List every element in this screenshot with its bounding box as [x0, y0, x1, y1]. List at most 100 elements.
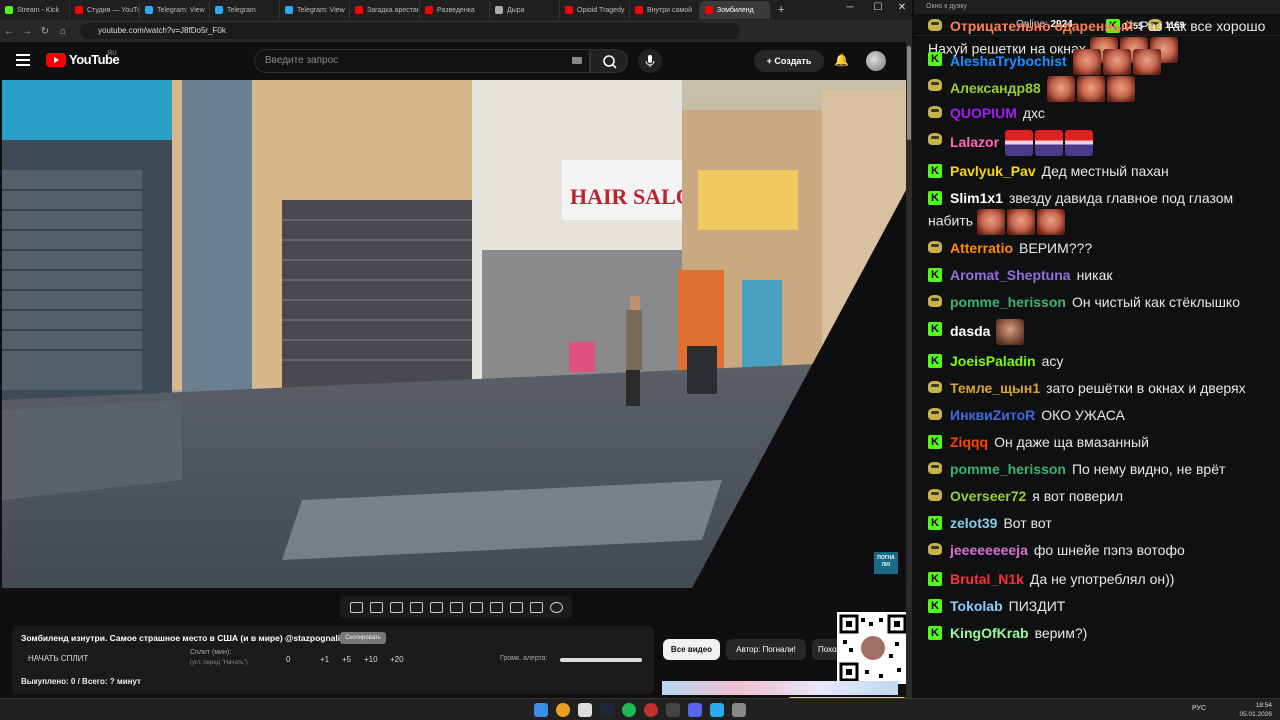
theater-icon[interactable]	[449, 601, 463, 613]
add-icon[interactable]	[509, 601, 523, 613]
recommendation-thumbnails[interactable]	[662, 681, 898, 695]
new-tab-button[interactable]: +	[770, 4, 792, 16]
chat-username[interactable]: Aromat_Sheptuna	[950, 267, 1071, 283]
browser-tab[interactable]: Загадка арестанта	[350, 1, 420, 19]
chat-text: асу	[1041, 353, 1064, 369]
spotify-icon[interactable]	[622, 703, 636, 717]
chat-emote-icon	[996, 319, 1025, 345]
tab-favicon-icon	[495, 6, 503, 14]
browser-tab[interactable]: Разведенка	[420, 1, 490, 19]
browser-tab[interactable]: Telegram: View	[280, 1, 350, 19]
close-button[interactable]: ✕	[890, 2, 914, 13]
plus-20-button[interactable]: +20	[390, 655, 404, 664]
maximize-button[interactable]: ☐	[866, 2, 890, 13]
settings-gear-icon[interactable]	[549, 601, 563, 613]
forward-icon[interactable]: →	[18, 26, 36, 37]
chat-message: Lalazor	[928, 130, 1268, 156]
clip-icon[interactable]	[409, 601, 423, 613]
app-icon[interactable]	[644, 703, 658, 717]
telegram-icon[interactable]	[710, 703, 724, 717]
chat-username[interactable]: KingOfKrab	[950, 625, 1029, 641]
page-scrollbar[interactable]	[906, 42, 912, 698]
chat-username[interactable]: Atterratio	[950, 240, 1013, 256]
repeat-icon[interactable]	[349, 601, 363, 613]
search-input[interactable]: Введите запрос	[254, 49, 590, 73]
chat-username[interactable]: Ziqqq	[950, 434, 988, 450]
copy-button[interactable]: Скопировать	[340, 632, 386, 644]
chat-username[interactable]: dasda	[950, 323, 990, 339]
chat-username[interactable]: Brutal_N1k	[950, 571, 1024, 587]
browser-tab[interactable]: Внутри самой	[630, 1, 700, 19]
discord-icon[interactable]	[688, 703, 702, 717]
chat-username[interactable]: Pavlyuk_Pav	[950, 163, 1036, 179]
chat-username[interactable]: ИнквиZитоR	[950, 407, 1035, 423]
menu-icon[interactable]	[16, 54, 30, 66]
plus-5-button[interactable]: +5	[342, 655, 351, 664]
split-value[interactable]: 0	[286, 655, 290, 664]
chat-username[interactable]: pomme_herisson	[950, 461, 1066, 477]
chat-username[interactable]: pomme_herisson	[950, 294, 1066, 310]
chat-username[interactable]: AleshaTrybochist	[950, 53, 1067, 69]
explorer-icon[interactable]	[578, 703, 592, 717]
channel-watermark[interactable]: ПОГНА ЛИ!	[874, 552, 898, 574]
browser-tab[interactable]: Stream - Kick	[0, 1, 70, 19]
chat-username[interactable]: jeeeeeeeeja	[950, 542, 1028, 558]
create-button[interactable]: + Создать	[754, 50, 824, 72]
chat-username[interactable]: JoeisPaladin	[950, 353, 1036, 369]
browser-tab[interactable]: Opioid Tragedy	[560, 1, 630, 19]
chat-username[interactable]: Slim1x1	[950, 190, 1003, 206]
back-icon[interactable]: ←	[0, 26, 18, 37]
search-button[interactable]	[590, 49, 628, 73]
screenshot-icon[interactable]	[529, 601, 543, 613]
plus-10-button[interactable]: +10	[364, 655, 378, 664]
microphone-button[interactable]	[638, 49, 662, 73]
kick-badge-icon: K	[928, 322, 942, 336]
plus-1-button[interactable]: +1	[320, 655, 329, 664]
avatar[interactable]	[866, 51, 886, 71]
tab-label: Дыра	[507, 6, 525, 14]
browser-tab[interactable]: Дыра	[490, 1, 560, 19]
chip-by-author[interactable]: Автор: Погнали!	[726, 639, 806, 660]
chat-text: Он чистый как стёклышко	[1071, 294, 1240, 310]
minimize-button[interactable]: ─	[838, 2, 862, 13]
chat-panel: Окно к дуэку Online: 2924 K 1755 1169 Отр…	[914, 0, 1280, 698]
chrome-icon[interactable]	[556, 703, 570, 717]
chat-emote-icon	[1076, 76, 1105, 102]
home-icon[interactable]: ⌂	[54, 26, 72, 37]
obs-icon[interactable]	[666, 703, 680, 717]
clock-date: 05.01.2026	[1239, 711, 1272, 718]
cast-icon[interactable]	[389, 601, 403, 613]
notifications-bell-icon[interactable]: 🔔	[834, 53, 849, 67]
media-icon[interactable]	[732, 703, 746, 717]
chat-username[interactable]: Overseer72	[950, 488, 1026, 504]
chat-username[interactable]: Отрицательно одаренный	[950, 18, 1133, 34]
video-player[interactable]: HAIR SALON	[2, 80, 906, 588]
scrollbar-thumb[interactable]	[907, 46, 911, 140]
chip-all-videos[interactable]: Все видео	[663, 639, 720, 660]
chat-username[interactable]: Tokolab	[950, 598, 1003, 614]
audio-icon[interactable]	[369, 601, 383, 613]
reload-icon[interactable]: ↻	[36, 26, 54, 37]
fullscreen-icon[interactable]	[469, 601, 483, 613]
steam-icon[interactable]	[600, 703, 614, 717]
browser-tab[interactable]: Студия — YouTube	[70, 1, 140, 19]
keyboard-icon[interactable]	[572, 57, 582, 64]
clock[interactable]: 18:54 05.01.2026	[1236, 701, 1272, 719]
miniplayer-icon[interactable]	[429, 601, 443, 613]
chat-text: Он даже ща вмазанный	[994, 434, 1149, 450]
chat-username[interactable]: zelot39	[950, 515, 997, 531]
language-indicator[interactable]: РУС	[1192, 705, 1206, 712]
tab-label: Внутри самой	[647, 6, 692, 14]
chat-username[interactable]: Александр88	[950, 80, 1041, 96]
start-split-button[interactable]: НАЧАТЬ СПЛИТ	[28, 654, 88, 663]
chat-username[interactable]: Lalazor	[950, 134, 999, 150]
browser-tab[interactable]: Зомбиленд	[700, 1, 770, 19]
alert-volume-slider[interactable]	[560, 658, 642, 662]
chat-username[interactable]: Темле_щын1	[950, 380, 1040, 396]
browser-tab[interactable]: Telegram: View	[140, 1, 210, 19]
start-icon[interactable]	[534, 703, 548, 717]
url-field[interactable]: youtube.com/watch?v=J8fDo5r_F0k	[80, 23, 740, 39]
browser-tab[interactable]: Telegram	[210, 1, 280, 19]
speed-icon[interactable]	[489, 601, 503, 613]
chat-username[interactable]: QUOPIUM	[950, 105, 1017, 121]
